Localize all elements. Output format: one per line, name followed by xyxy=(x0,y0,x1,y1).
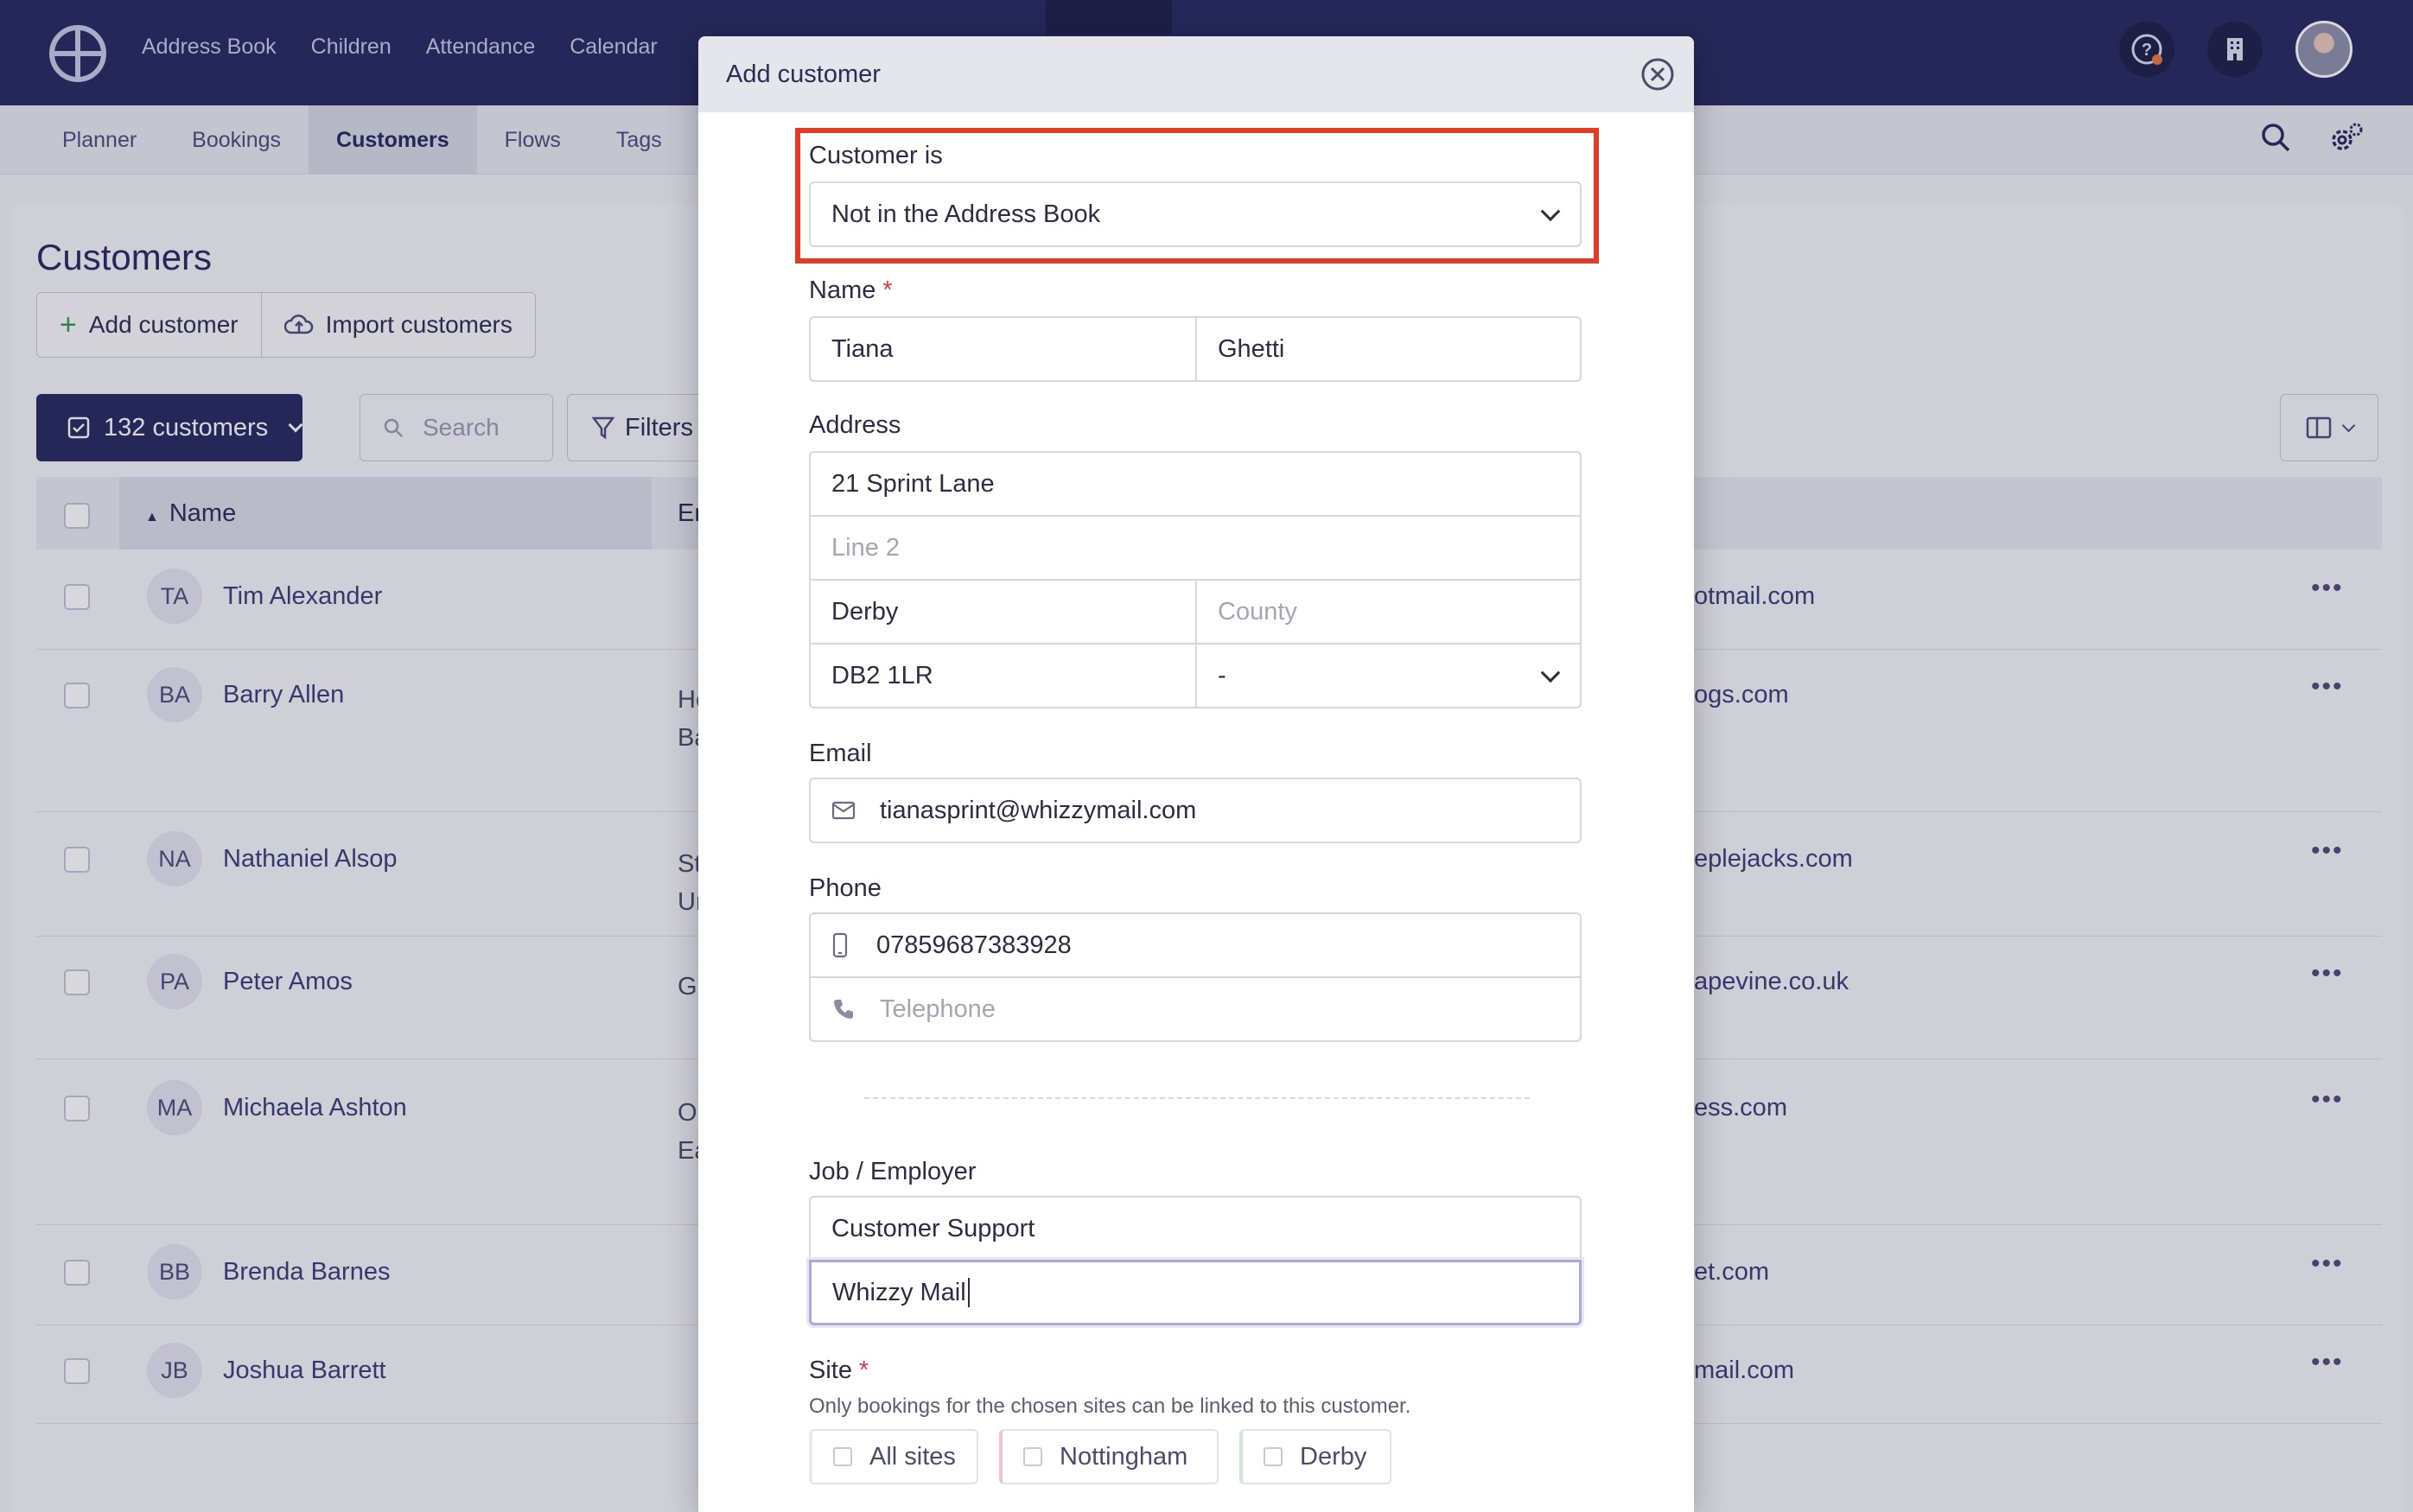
postcode-value: DB2 1LR xyxy=(831,661,933,689)
phone-label: Phone xyxy=(809,874,882,902)
site-option-all-sites[interactable]: All sites xyxy=(809,1429,978,1484)
job-title-value: Customer Support xyxy=(831,1214,1035,1242)
close-icon[interactable] xyxy=(1639,55,1677,93)
name-label: Name * xyxy=(809,276,893,305)
email-label: Email xyxy=(809,740,872,767)
site-option-label: Derby xyxy=(1300,1442,1367,1471)
envelope-icon xyxy=(831,801,856,820)
customer-is-select[interactable]: Not in the Address Book xyxy=(809,181,1582,247)
address-label: Address xyxy=(809,411,901,439)
site-option-label: All sites xyxy=(869,1442,956,1471)
mobile-phone-icon xyxy=(832,932,848,958)
email-value: tianasprint@whizzymail.com xyxy=(880,796,1197,824)
required-marker: * xyxy=(859,1356,869,1384)
telephone-icon xyxy=(834,1000,853,1019)
site-hint: Only bookings for the chosen sites can b… xyxy=(809,1394,1411,1418)
city-value: Derby xyxy=(831,597,899,626)
county-placeholder: County xyxy=(1218,597,1297,626)
modal-title: Add customer xyxy=(726,60,881,88)
last-name-value: Ghetti xyxy=(1218,334,1285,363)
postcode-input[interactable]: DB2 1LR xyxy=(809,643,1197,708)
country-select[interactable]: - xyxy=(1195,643,1582,708)
email-input[interactable]: tianasprint@whizzymail.com xyxy=(809,778,1582,843)
site-option-derby[interactable]: Derby xyxy=(1239,1429,1391,1484)
required-marker: * xyxy=(882,276,893,304)
text-cursor xyxy=(967,1278,970,1307)
name-label-text: Name xyxy=(809,276,876,304)
site-label-text: Site xyxy=(809,1356,852,1384)
chevron-down-icon xyxy=(1540,201,1561,222)
county-input[interactable]: County xyxy=(1195,579,1582,645)
employer-value: Whizzy Mail xyxy=(832,1278,966,1306)
mobile-phone-value: 07859687383928 xyxy=(876,931,1072,959)
job-title-input[interactable]: Customer Support xyxy=(809,1196,1582,1261)
site-option-nottingham[interactable]: Nottingham xyxy=(999,1429,1219,1484)
last-name-input[interactable]: Ghetti xyxy=(1195,316,1582,382)
chevron-down-icon xyxy=(1540,663,1561,683)
first-name-value: Tiana xyxy=(831,334,894,363)
address-line1-value: 21 Sprint Lane xyxy=(831,469,995,498)
modal-header: Add customer xyxy=(698,36,1694,112)
customer-is-label: Customer is xyxy=(809,142,943,169)
customer-is-value: Not in the Address Book xyxy=(831,200,1101,228)
checkbox[interactable] xyxy=(1023,1447,1042,1466)
address-line2-placeholder: Line 2 xyxy=(831,533,901,562)
site-option-label: Nottingham xyxy=(1060,1442,1188,1471)
address-line1-input[interactable]: 21 Sprint Lane xyxy=(809,451,1582,517)
job-employer-label: Job / Employer xyxy=(809,1158,977,1185)
mobile-phone-input[interactable]: 07859687383928 xyxy=(809,912,1582,978)
city-input[interactable]: Derby xyxy=(809,579,1197,645)
checkbox[interactable] xyxy=(1264,1447,1283,1466)
telephone-input[interactable]: Telephone xyxy=(809,976,1582,1042)
section-divider xyxy=(864,1097,1530,1099)
employer-input[interactable]: Whizzy Mail xyxy=(809,1260,1582,1325)
telephone-placeholder: Telephone xyxy=(880,994,996,1023)
country-value: - xyxy=(1218,661,1226,689)
checkbox[interactable] xyxy=(833,1447,852,1466)
address-line2-input[interactable]: Line 2 xyxy=(809,515,1582,581)
site-label: Site * xyxy=(809,1356,869,1385)
first-name-input[interactable]: Tiana xyxy=(809,316,1197,382)
